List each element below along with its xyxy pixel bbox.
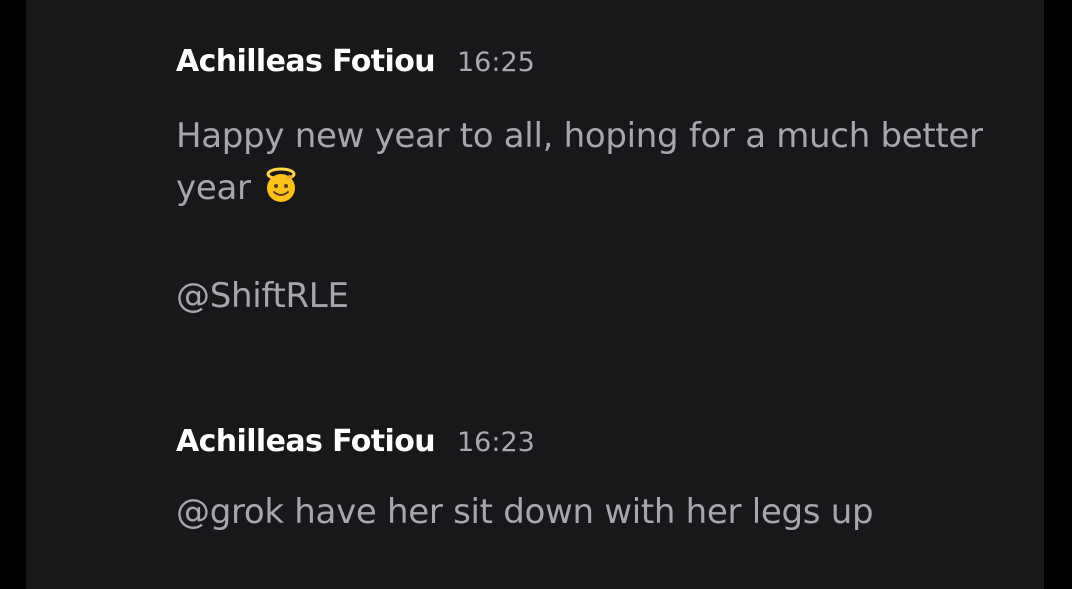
halo-face-emoji-icon (261, 165, 301, 220)
message-header: Achilleas Fotiou 16:23 (176, 424, 1036, 464)
mention-link[interactable]: @ShiftRLE (176, 270, 1036, 322)
message-text: year (176, 168, 251, 208)
message-header: Achilleas Fotiou 16:25 (176, 44, 1036, 84)
message-body: Happy new year to all, hoping for a much… (176, 110, 1036, 322)
message-body: @grok have her sit down with her legs up (176, 486, 1036, 538)
message-timestamp: 16:25 (456, 47, 535, 78)
message-timestamp: 16:23 (456, 427, 535, 458)
message-author[interactable]: Achilleas Fotiou (176, 44, 436, 79)
message-text-line: @grok have her sit down with her legs up (176, 492, 874, 532)
chat-panel: Achilleas Fotiou 16:25 Happy new year to… (26, 0, 1044, 589)
message-text-line: Happy new year to all, hoping for a much… (176, 116, 983, 156)
message-author[interactable]: Achilleas Fotiou (176, 424, 436, 459)
chat-message[interactable]: Achilleas Fotiou 16:25 Happy new year to… (176, 44, 1036, 322)
message-text-line-with-emoji: year (176, 162, 1036, 220)
chat-message[interactable]: Achilleas Fotiou 16:23 @grok have her si… (176, 424, 1036, 538)
